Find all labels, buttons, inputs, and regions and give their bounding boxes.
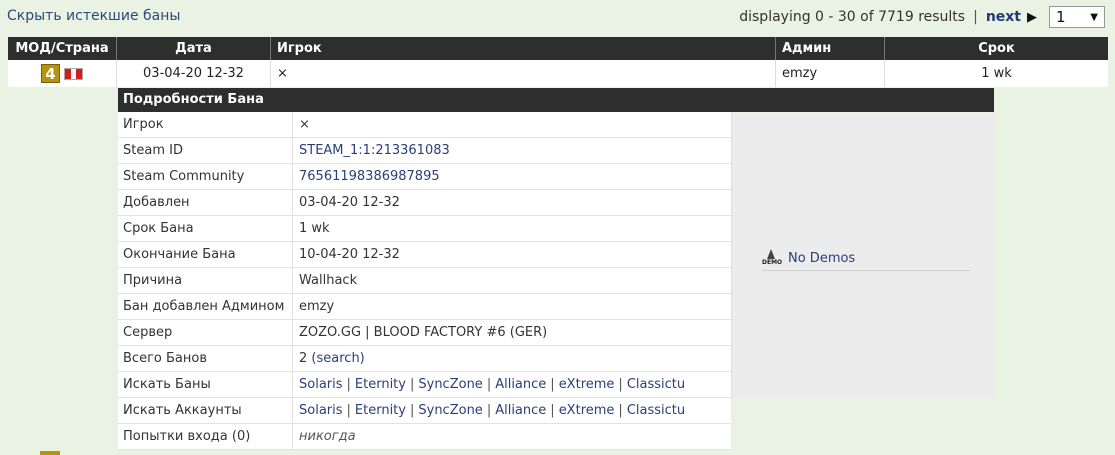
page-select[interactable]: 1 ▼ <box>1049 6 1105 28</box>
admin-cell: emzy <box>776 60 885 87</box>
col-mod-country[interactable]: МОД/Страна <box>8 37 117 60</box>
detail-label: Окончание Бана <box>118 242 293 267</box>
detail-row-total-bans: Всего Банов 2 (search) <box>118 346 731 372</box>
detail-row-added: Добавлен 03-04-20 12-32 <box>118 190 731 216</box>
detail-value: 1 wk <box>299 221 330 236</box>
detail-label: Сервер <box>118 320 293 345</box>
detail-row-reason: Причина Wallhack <box>118 268 731 294</box>
detail-label: Искать Баны <box>118 372 293 397</box>
search-bans-synczone[interactable]: SyncZone <box>418 377 482 392</box>
detail-value: 10-04-20 12-32 <box>299 247 400 262</box>
mod-icon: 4 <box>41 64 60 83</box>
chevron-down-icon: ▼ <box>1090 11 1098 23</box>
detail-label: Игрок <box>118 112 293 137</box>
search-accounts-eternity[interactable]: Eternity <box>355 403 406 418</box>
search-accounts-alliance[interactable]: Alliance <box>495 403 546 418</box>
detail-label: Искать Аккаунты <box>118 398 293 423</box>
detail-label: Добавлен <box>118 190 293 215</box>
detail-label: Попытки входа (0) <box>118 424 293 449</box>
pager-separator: | <box>973 9 978 25</box>
detail-row-search-accounts: Искать Аккаунты Solaris | Eternity | SyncZon… <box>118 398 731 424</box>
date-cell: 03-04-20 12-32 <box>117 60 271 87</box>
search-accounts-extreme[interactable]: eXtreme <box>559 403 615 418</box>
detail-row-search-bans: Искать Баны Solaris | Eternity | SyncZone | Al… <box>118 372 731 398</box>
search-bans-link[interactable]: (search) <box>311 351 364 366</box>
table-header: МОД/Страна Дата Игрок Админ Срок <box>8 37 1108 60</box>
detail-row-ban-length: Срок Бана 1 wk <box>118 216 731 242</box>
detail-row-added-by: Бан добавлен Админом emzy <box>118 294 731 320</box>
total-bans-count: 2 <box>299 351 308 366</box>
detail-label: Срок Бана <box>118 216 293 241</box>
detail-row-server: Сервер ZOZO.GG | BLOOD FACTORY #6 (GER) <box>118 320 731 346</box>
detail-value: Wallhack <box>299 273 358 288</box>
steam-community-link[interactable]: 76561198386987895 <box>299 169 440 184</box>
detail-row-steam-id: Steam ID STEAM_1:1:213361083 <box>118 138 731 164</box>
length-cell: 1 wk <box>981 66 1012 81</box>
detail-row-steam-community: Steam Community 76561198386987895 <box>118 164 731 190</box>
detail-label: Steam ID <box>118 138 293 163</box>
detail-row-ban-expiry: Окончание Бана 10-04-20 12-32 <box>118 242 731 268</box>
demo-entry: DEMO No Demos <box>762 246 970 271</box>
demo-panel: DEMO No Demos <box>731 113 994 399</box>
ban-details-title: Подробности Бана <box>118 88 994 112</box>
steam-id-link[interactable]: STEAM_1:1:213361083 <box>299 143 450 158</box>
table-row[interactable]: 4 03-04-20 12-32 ⨯ emzy 1 wk <box>8 60 1108 87</box>
detail-label: Всего Банов <box>118 346 293 371</box>
detail-label: Причина <box>118 268 293 293</box>
search-accounts-solaris[interactable]: Solaris <box>299 403 343 418</box>
detail-row-player: Игрок ⨯ <box>118 112 731 138</box>
search-accounts-classictu[interactable]: Classictu <box>627 403 685 418</box>
detail-value: emzy <box>299 299 335 314</box>
page-select-value: 1 <box>1056 8 1066 26</box>
col-admin[interactable]: Админ <box>776 37 885 60</box>
detail-row-login-attempts: Попытки входа (0) никогда <box>118 424 731 450</box>
detail-label: Steam Community <box>118 164 293 189</box>
col-player[interactable]: Игрок <box>271 37 776 60</box>
detail-value: ZOZO.GG | BLOOD FACTORY #6 (GER) <box>299 325 548 340</box>
search-bans-solaris[interactable]: Solaris <box>299 377 343 392</box>
demo-icon: DEMO <box>762 249 782 267</box>
pagination: displaying 0 - 30 of 7719 results | next… <box>739 6 1105 28</box>
next-arrow-icon[interactable]: ▶ <box>1027 10 1037 25</box>
player-cell: ⨯ <box>271 60 776 87</box>
col-date[interactable]: Дата <box>117 37 271 60</box>
next-page-link[interactable]: next <box>986 9 1021 25</box>
detail-value: ⨯ <box>299 117 310 132</box>
top-bar: Скрыть истекшие баны displaying 0 - 30 o… <box>0 0 1115 36</box>
results-count: displaying 0 - 30 of 7719 results <box>739 9 966 25</box>
detail-value: 03-04-20 12-32 <box>299 195 400 210</box>
search-accounts-synczone[interactable]: SyncZone <box>418 403 482 418</box>
login-attempts-value: никогда <box>299 429 356 444</box>
mod-country-cell: 4 <box>8 60 117 87</box>
detail-label: Бан добавлен Админом <box>118 294 293 319</box>
search-bans-eternity[interactable]: Eternity <box>355 377 406 392</box>
next-row-mod-icon <box>40 451 60 455</box>
no-demos-link[interactable]: No Demos <box>788 251 855 266</box>
country-flag-icon <box>64 67 83 80</box>
hide-expired-bans-link[interactable]: Скрыть истекшие баны <box>7 8 180 24</box>
search-bans-classictu[interactable]: Classictu <box>627 377 685 392</box>
col-length[interactable]: Срок <box>885 37 1108 60</box>
search-bans-alliance[interactable]: Alliance <box>495 377 546 392</box>
search-bans-extreme[interactable]: eXtreme <box>559 377 615 392</box>
